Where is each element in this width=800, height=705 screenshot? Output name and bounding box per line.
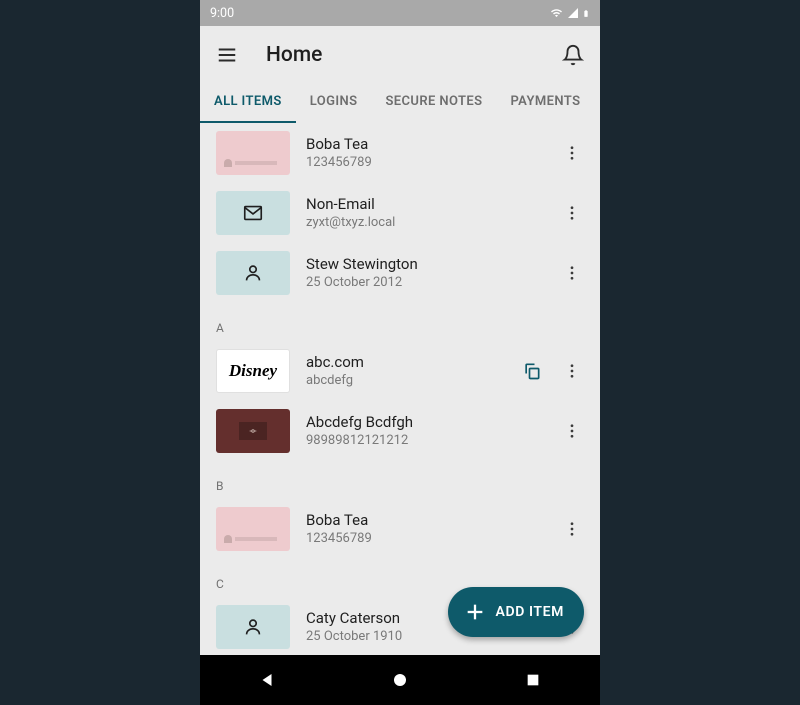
status-time: 9:00 [210,6,234,21]
item-subtitle: abcdefg [306,372,512,390]
item-subtitle: 98989812121212 [306,432,552,450]
kebab-icon [563,264,581,282]
add-item-button[interactable]: ADD ITEM [448,587,584,637]
item-title: Non-Email [306,194,552,214]
more-button[interactable] [552,133,592,173]
recents-button[interactable] [493,655,573,705]
identity-card-icon [216,131,290,175]
more-button[interactable] [552,253,592,293]
item-title: abc.com [306,352,512,372]
item-list[interactable]: Boba Tea123456789Non-Emailzyxt@txyz.loca… [200,123,600,655]
android-nav-bar [200,655,600,705]
tab-all-items[interactable]: ALL ITEMS [200,83,296,123]
plus-icon [464,601,486,623]
kebab-icon [563,204,581,222]
more-button[interactable] [552,351,592,391]
item-subtitle: zyxt@txyz.local [306,214,552,232]
identity-card-icon [216,507,290,551]
more-button[interactable] [552,411,592,451]
item-subtitle: 123456789 [306,154,552,172]
tab-payments[interactable]: PAYMENTS [496,83,594,123]
section-header: B [200,461,600,499]
kebab-icon [563,422,581,440]
more-button[interactable] [552,509,592,549]
item-title: Boba Tea [306,134,552,154]
copy-icon [522,361,542,381]
back-button[interactable] [227,655,307,705]
person-icon [216,251,290,295]
tab-secure-notes[interactable]: SECURE NOTES [371,83,496,123]
more-button[interactable] [552,193,592,233]
page-title: Home [266,43,562,67]
signal-icon [567,7,579,19]
kebab-icon [563,520,581,538]
status-icons [549,7,590,20]
kebab-icon [563,362,581,380]
list-item[interactable]: Disney abc.comabcdefg [200,341,600,401]
app-bar: Home [200,26,600,83]
item-title: Boba Tea [306,510,552,530]
item-title: Abcdefg Bcdfgh [306,412,552,432]
menu-icon[interactable] [216,44,238,66]
square-recents-icon [525,672,541,688]
person-icon [216,605,290,649]
mail-icon [216,191,290,235]
list-item[interactable]: Boba Tea123456789 [200,123,600,183]
list-item[interactable]: Stew Stewington25 October 2012 [200,243,600,303]
list-item[interactable]: Non-Emailzyxt@txyz.local [200,183,600,243]
item-subtitle: 123456789 [306,530,552,548]
phone-frame: 9:00 Home ALL ITEMSLOGINSSECURE NOTESPAY… [200,0,600,705]
copy-button[interactable] [512,351,552,391]
tabs: ALL ITEMSLOGINSSECURE NOTESPAYMENTS [200,83,600,123]
item-subtitle: 25 October 2012 [306,274,552,292]
site-logo-icon: Disney [216,349,290,393]
bell-icon[interactable] [562,44,584,66]
section-header: A [200,303,600,341]
list-item[interactable]: Boba Tea123456789 [200,499,600,559]
tab-logins[interactable]: LOGINS [296,83,372,123]
wifi-icon [549,7,564,19]
item-title: Stew Stewington [306,254,552,274]
triangle-back-icon [258,671,276,689]
wallet-icon [216,409,290,453]
kebab-icon [563,144,581,162]
home-button[interactable] [360,655,440,705]
battery-icon [582,7,590,20]
circle-home-icon [391,671,409,689]
list-item[interactable]: Abcdefg Bcdfgh98989812121212 [200,401,600,461]
status-bar: 9:00 [200,0,600,26]
fab-label: ADD ITEM [496,604,564,620]
